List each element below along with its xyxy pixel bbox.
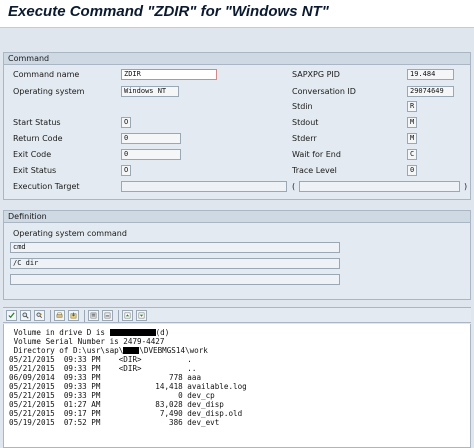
command-name-field[interactable]: ZDIR	[121, 69, 217, 80]
conversation-id-label: Conversation ID	[292, 87, 356, 96]
command-name-label: Command name	[13, 70, 80, 79]
start-status-field[interactable]: O	[121, 117, 131, 128]
additional-parameters-field[interactable]	[10, 274, 340, 285]
sapxpg-pid-field[interactable]: 19.484	[407, 69, 454, 80]
execution-target-host-field[interactable]	[299, 181, 460, 192]
output-line-volume: Volume in drive D is (d)	[9, 328, 170, 337]
output-row: 05/21/2015 01:27 AM 83,028 dev_disp	[9, 400, 224, 409]
title-bar: Execute Command "ZDIR" for "Windows NT"	[0, 0, 474, 28]
wait-for-end-field[interactable]: C	[407, 149, 417, 160]
output-row: 05/21/2015 09:33 PM 0 dev_cp	[9, 391, 215, 400]
output-toolbar	[3, 307, 471, 323]
stdin-label: Stdin	[292, 102, 313, 111]
output-row: 05/21/2015 09:33 PM <DIR> .	[9, 355, 192, 364]
print-button[interactable]	[54, 310, 65, 321]
sapxpg-pid-label: SAPXPG PID	[292, 70, 340, 79]
toolbar-separator	[50, 310, 51, 322]
close-paren: )	[464, 182, 468, 191]
trace-level-label: Trace Level	[292, 166, 337, 175]
command-output[interactable]: Volume in drive D is (d) Volume Serial N…	[3, 324, 471, 448]
page-down-icon	[138, 312, 145, 319]
wait-for-end-label: Wait for End	[292, 150, 341, 159]
exit-code-field[interactable]: 0	[121, 149, 181, 160]
stdout-field[interactable]: M	[407, 117, 417, 128]
os-command-label: Operating system command	[13, 229, 127, 238]
toolbar-separator	[118, 310, 119, 322]
page-up-button[interactable]	[122, 310, 133, 321]
exit-status-field[interactable]: O	[121, 165, 131, 176]
find-next-icon	[36, 312, 43, 319]
start-status-label: Start Status	[13, 118, 61, 127]
parameters-field[interactable]: /C dir	[10, 258, 340, 269]
definition-group: Definition Operating system command cmd …	[3, 210, 471, 300]
toolbar-separator	[84, 310, 85, 322]
output-row: 05/21/2015 09:33 PM 14,418 available.log	[9, 382, 247, 391]
output-row: 05/21/2015 09:17 PM 7,490 dev_disp.old	[9, 409, 243, 418]
find-icon	[22, 312, 29, 319]
stdout-label: Stdout	[292, 118, 319, 127]
deselect-all-button[interactable]	[102, 310, 113, 321]
exit-status-label: Exit Status	[13, 166, 57, 175]
page-title: Execute Command "ZDIR" for "Windows NT"	[8, 3, 329, 20]
stderr-label: Stderr	[292, 134, 317, 143]
execution-target-label: Execution Target	[13, 182, 80, 191]
download-button[interactable]	[68, 310, 79, 321]
output-row: 05/21/2015 09:33 PM <DIR> ..	[9, 364, 197, 373]
find-button[interactable]	[20, 310, 31, 321]
operating-system-field[interactable]: Windows NT	[121, 86, 179, 97]
open-paren: (	[292, 182, 296, 191]
select-all-icon	[90, 312, 97, 319]
os-command-field[interactable]: cmd	[10, 242, 340, 253]
operating-system-label: Operating system	[13, 87, 85, 96]
download-icon	[70, 312, 77, 319]
definition-group-heading: Definition	[4, 211, 470, 223]
command-group: Command Command name ZDIR Operating syst…	[3, 52, 471, 200]
deselect-all-icon	[104, 312, 111, 319]
find-next-button[interactable]	[34, 310, 45, 321]
output-line-directory: Directory of D:\usr\sap\ \DVEBMGS14\work	[9, 346, 208, 355]
output-row: 05/19/2015 07:52 PM 386 dev_evt	[9, 418, 220, 427]
exit-code-label: Exit Code	[13, 150, 52, 159]
stdin-field[interactable]: R	[407, 101, 417, 112]
check-button[interactable]	[6, 310, 17, 321]
execution-target-field[interactable]	[121, 181, 287, 192]
trace-level-field[interactable]: 0	[407, 165, 417, 176]
output-line-serial: Volume Serial Number is 2479-4427	[9, 337, 165, 346]
return-code-field[interactable]: 0	[121, 133, 181, 144]
redacted-block	[109, 329, 156, 336]
select-all-button[interactable]	[88, 310, 99, 321]
redacted-block	[123, 347, 140, 354]
command-group-heading: Command	[4, 53, 470, 65]
conversation-id-field[interactable]: 29074649	[407, 86, 454, 97]
output-row: 06/09/2014 09:33 PM 778 aaa	[9, 373, 202, 382]
stderr-field[interactable]: M	[407, 133, 417, 144]
print-icon	[56, 312, 63, 318]
return-code-label: Return Code	[13, 134, 63, 143]
page-up-icon	[124, 312, 131, 319]
check-icon	[8, 312, 15, 319]
page-down-button[interactable]	[136, 310, 147, 321]
